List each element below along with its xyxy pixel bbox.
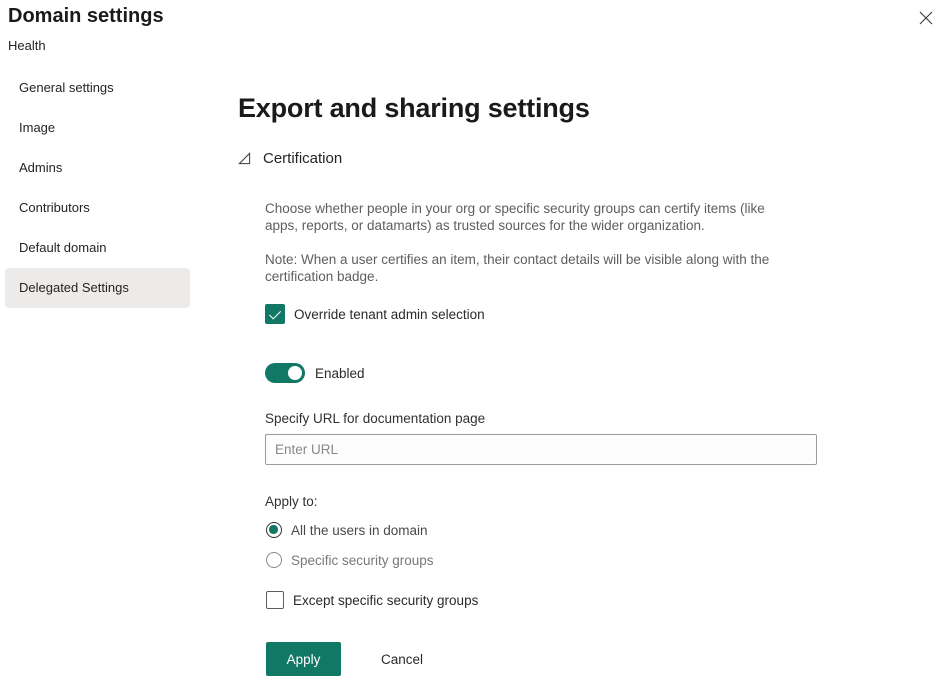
checkbox-unchecked-icon[interactable] <box>266 591 284 609</box>
sidebar-item-general-settings[interactable]: General settings <box>5 68 190 108</box>
toggle-knob <box>288 366 302 380</box>
radio-unselected-icon[interactable] <box>266 552 282 568</box>
radio-selected-icon[interactable] <box>266 522 282 538</box>
except-checkbox-label: Except specific security groups <box>293 593 478 608</box>
url-field-label: Specify URL for documentation page <box>265 411 485 426</box>
enabled-toggle[interactable] <box>265 363 305 383</box>
checkbox-checked-icon[interactable] <box>265 304 285 324</box>
apply-button[interactable]: Apply <box>266 642 341 676</box>
enabled-toggle-row[interactable]: Enabled <box>265 363 365 383</box>
page-title: Domain settings <box>8 5 164 28</box>
settings-sidebar: General settings Image Admins Contributo… <box>0 68 200 308</box>
collapse-triangle-icon[interactable] <box>238 152 251 165</box>
except-specific-groups-checkbox[interactable]: Except specific security groups <box>266 591 478 609</box>
certification-section-label: Certification <box>263 150 342 167</box>
radio-specific-security-groups[interactable]: Specific security groups <box>266 552 434 568</box>
sidebar-item-contributors[interactable]: Contributors <box>5 188 190 228</box>
certification-description: Choose whether people in your org or spe… <box>265 200 793 234</box>
override-tenant-admin-checkbox[interactable]: Override tenant admin selection <box>265 304 485 324</box>
sidebar-item-default-domain[interactable]: Default domain <box>5 228 190 268</box>
radio-all-users-in-domain[interactable]: All the users in domain <box>266 522 428 538</box>
cancel-button[interactable]: Cancel <box>365 642 439 676</box>
domain-name-subtitle: Health <box>8 38 46 53</box>
certification-section-header[interactable]: Certification <box>238 150 342 167</box>
sidebar-item-image[interactable]: Image <box>5 108 190 148</box>
sidebar-item-admins[interactable]: Admins <box>5 148 190 188</box>
override-checkbox-label: Override tenant admin selection <box>294 307 485 322</box>
documentation-url-input[interactable] <box>265 434 817 465</box>
radio-specific-groups-label: Specific security groups <box>291 553 434 568</box>
radio-all-users-label: All the users in domain <box>291 523 428 538</box>
export-sharing-settings-title: Export and sharing settings <box>238 93 590 124</box>
toggle-state-label: Enabled <box>315 366 365 381</box>
apply-to-label: Apply to: <box>265 494 318 509</box>
close-button[interactable] <box>914 7 938 31</box>
close-icon <box>919 11 933 28</box>
certification-note: Note: When a user certifies an item, the… <box>265 251 793 285</box>
sidebar-item-delegated-settings[interactable]: Delegated Settings <box>5 268 190 308</box>
